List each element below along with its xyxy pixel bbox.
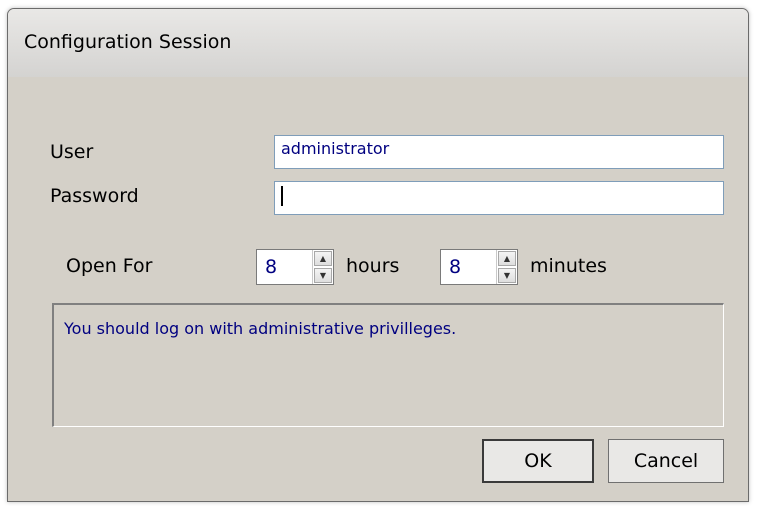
hours-label: hours [346,255,400,277]
user-field-value: administrator [281,139,390,158]
minutes-spin-buttons: ▲ ▼ [496,250,517,284]
minutes-up-icon[interactable]: ▲ [498,251,516,266]
ok-button-label: OK [524,450,552,472]
minutes-value: 8 [449,256,462,278]
password-label: Password [50,185,139,207]
title-bar[interactable]: Configuration Session [8,9,748,77]
dialog-body: User administrator Password Open For 8 ▲… [8,77,748,501]
hours-up-icon[interactable]: ▲ [314,251,332,266]
minutes-down-icon[interactable]: ▼ [498,268,516,283]
configuration-session-dialog: Configuration Session User administrator… [7,8,749,502]
hours-spin-buttons: ▲ ▼ [312,250,333,284]
hours-down-icon[interactable]: ▼ [314,268,332,283]
cancel-button[interactable]: Cancel [608,439,724,483]
password-field[interactable] [274,181,724,215]
window-title: Configuration Session [24,31,232,53]
message-box: You should log on with administrative pr… [52,303,724,427]
user-label: User [50,141,94,163]
open-for-label: Open For [66,255,153,277]
hours-value: 8 [265,256,278,278]
minutes-label: minutes [530,255,607,277]
user-field[interactable]: administrator [274,135,724,169]
ok-button[interactable]: OK [482,439,594,483]
cancel-button-label: Cancel [633,450,699,472]
message-text: You should log on with administrative pr… [64,319,457,338]
text-caret [281,185,283,206]
hours-spinner[interactable]: 8 ▲ ▼ [256,249,334,285]
minutes-spinner[interactable]: 8 ▲ ▼ [440,249,518,285]
